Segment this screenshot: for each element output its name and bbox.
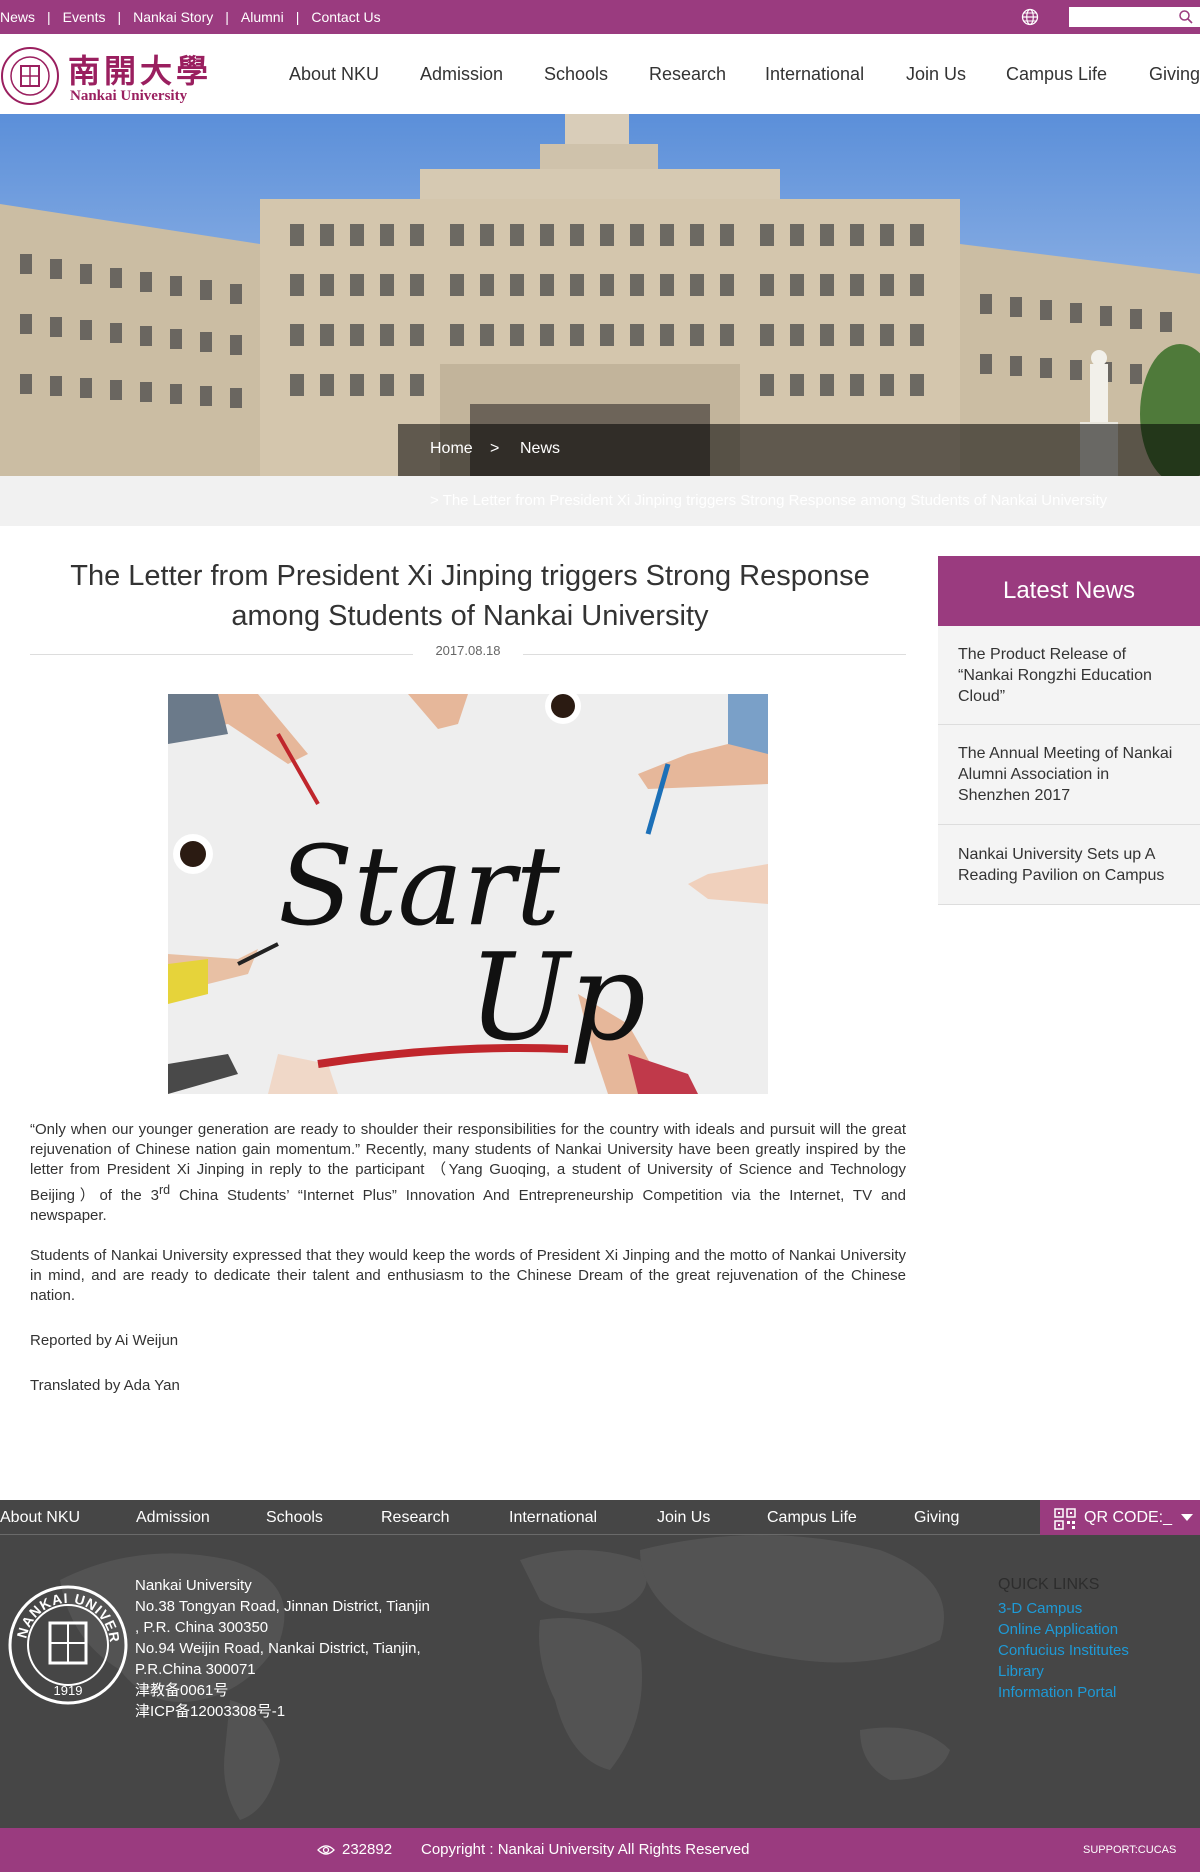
address-line: No.38 Tongyan Road, Jinnan District, Tia… xyxy=(135,1598,430,1615)
top-link-nankai-story[interactable]: Nankai Story xyxy=(133,9,213,25)
article-paragraph-2: Students of Nankai University expressed … xyxy=(30,1247,906,1304)
quick-link-library[interactable]: Library xyxy=(998,1661,1129,1682)
breadcrumb-current-page: > The Letter from President Xi Jinping t… xyxy=(0,476,1200,526)
latest-news-item-line: Shenzhen 2017 xyxy=(958,787,1071,804)
address-line: , P.R. China 300350 xyxy=(135,1619,269,1636)
top-link-news[interactable]: News xyxy=(0,9,35,25)
nav-research[interactable]: Research xyxy=(649,64,726,85)
article-translator: Translated by Ada Yan xyxy=(30,1377,180,1394)
quick-link-information-portal[interactable]: Information Portal xyxy=(998,1682,1129,1703)
footer-nav-schools[interactable]: Schools xyxy=(266,1509,323,1527)
startup-illustration: Start Up xyxy=(168,694,768,1094)
globe-icon[interactable] xyxy=(1020,7,1040,27)
latest-news-item[interactable]: The Annual Meeting of Nankai Alumni Asso… xyxy=(938,725,1200,825)
support-link[interactable]: SUPPORT:CUCAS xyxy=(1083,1844,1176,1856)
latest-news-item[interactable]: The Product Release of “Nankai Rongzhi E… xyxy=(938,626,1200,725)
address-line: 津ICP备12003308号-1 xyxy=(135,1703,286,1720)
article-paragraph-1: “Only when our younger generation are re… xyxy=(30,1120,906,1226)
quick-links-title: QUICK LINKS xyxy=(998,1576,1100,1593)
breadcrumb-current-title: > The Letter from President Xi Jinping t… xyxy=(430,492,1108,509)
campus-building-illustration xyxy=(0,114,1200,476)
address-line: Nankai University xyxy=(135,1577,252,1594)
top-bar: News | Events | Nankai Story | Alumni | … xyxy=(0,0,1200,34)
nav-giving[interactable]: Giving xyxy=(1149,64,1200,85)
image-text-up: Up xyxy=(468,929,646,1068)
footer-nav-join-us[interactable]: Join Us xyxy=(657,1509,710,1527)
footer-nav-admission[interactable]: Admission xyxy=(136,1509,210,1527)
breadcrumb-home[interactable]: Home xyxy=(430,440,473,458)
latest-news-item-line: “Nankai Rongzhi Education xyxy=(958,667,1152,684)
footer-university-seal: NANKAI UNIVERSITY 1919 xyxy=(6,1583,128,1705)
svg-text:NANKAI UNIVERSITY: NANKAI UNIVERSITY xyxy=(6,1583,123,1644)
quick-link-online-application[interactable]: Online Application xyxy=(998,1619,1129,1640)
top-link-contact-us[interactable]: Contact Us xyxy=(311,9,380,25)
copyright-text: Copyright : Nankai University All Rights… xyxy=(421,1841,750,1858)
breadcrumb-news[interactable]: News xyxy=(520,440,560,458)
footer-address: Nankai University No.38 Tongyan Road, Ji… xyxy=(135,1575,465,1722)
address-line: 津教备0061号 xyxy=(135,1682,229,1699)
latest-news-item-line: The Annual Meeting of Nankai xyxy=(958,745,1173,762)
seal-text: NANKAI UNIVERSITY xyxy=(6,1583,122,1644)
top-link-separator: | xyxy=(225,9,229,25)
top-link-separator: | xyxy=(117,9,122,25)
top-links: News | Events | Nankai Story | Alumni | … xyxy=(0,0,381,34)
footer-nav-about-nku[interactable]: About NKU xyxy=(0,1509,80,1527)
qr-code-label: QR CODE:_ xyxy=(1084,1509,1173,1526)
nav-join-us[interactable]: Join Us xyxy=(906,64,966,85)
footer-nav-campus-life[interactable]: Campus Life xyxy=(767,1509,857,1527)
article-date: 2017.08.18 xyxy=(413,643,523,658)
hero-banner-image xyxy=(0,114,1200,476)
breadcrumb-separator: > xyxy=(490,440,500,457)
address-line: P.R.China 300071 xyxy=(135,1661,256,1678)
footer-nav-international[interactable]: International xyxy=(509,1509,597,1527)
seal-year: 1919 xyxy=(54,1683,83,1698)
logo-english-name: Nankai University xyxy=(70,88,188,104)
qr-code-dropdown[interactable]: QR CODE:_ xyxy=(1040,1500,1200,1535)
latest-news-item[interactable]: Nankai University Sets up A Reading Pavi… xyxy=(938,825,1200,905)
latest-news-item-line: The Product Release of xyxy=(958,646,1127,663)
address-line: No.94 Weijin Road, Nankai District, Tian… xyxy=(135,1640,421,1657)
nav-campus-life[interactable]: Campus Life xyxy=(1006,64,1107,85)
top-link-events[interactable]: Events xyxy=(63,9,106,25)
quick-links: 3-D Campus Online Application Confucius … xyxy=(998,1598,1129,1703)
site-header: 南開大學 Nankai University About NKU Admissi… xyxy=(0,34,1200,114)
footer-nav-giving[interactable]: Giving xyxy=(914,1509,959,1527)
footer-nav-research[interactable]: Research xyxy=(381,1509,449,1527)
university-seal-logo[interactable] xyxy=(0,46,60,106)
qr-code-icon xyxy=(1054,1508,1076,1530)
latest-news-heading: Latest News xyxy=(938,556,1200,626)
logo-chinese-name: 南開大學 xyxy=(68,52,213,90)
nav-about-nku[interactable]: About NKU xyxy=(289,64,379,85)
article-title: The Letter from President Xi Jinping tri… xyxy=(70,560,870,632)
quick-link-3d-campus[interactable]: 3-D Campus xyxy=(998,1598,1129,1619)
nav-international[interactable]: International xyxy=(765,64,864,85)
latest-news-item-line: Alumni Association in xyxy=(958,766,1110,783)
copyright-bar: 232892 Copyright : Nankai University All… xyxy=(0,1828,1200,1872)
top-link-alumni[interactable]: Alumni xyxy=(241,9,284,25)
latest-news-item-line: Nankai University Sets up A xyxy=(958,846,1156,863)
chevron-down-icon xyxy=(1181,1514,1193,1521)
nav-admission[interactable]: Admission xyxy=(420,64,503,85)
article-image-startup: Start Up xyxy=(168,694,768,1094)
footer-nav-divider xyxy=(0,1534,1040,1535)
paragraph-1-superscript: rd xyxy=(158,1183,171,1197)
quick-link-confucius-institutes[interactable]: Confucius Institutes xyxy=(998,1640,1129,1661)
eye-icon xyxy=(317,1845,335,1855)
top-link-separator: | xyxy=(47,9,51,25)
nav-schools[interactable]: Schools xyxy=(544,64,608,85)
top-link-separator: | xyxy=(295,9,300,25)
visit-counter: 232892 xyxy=(342,1841,393,1858)
breadcrumb: Home > News xyxy=(398,424,1200,476)
latest-news-item-line: Cloud” xyxy=(958,688,1006,705)
latest-news-item-line: Reading Pavilion on Campus xyxy=(958,867,1165,884)
article-reporter: Reported by Ai Weijun xyxy=(30,1332,179,1349)
search-icon[interactable] xyxy=(1177,8,1195,26)
